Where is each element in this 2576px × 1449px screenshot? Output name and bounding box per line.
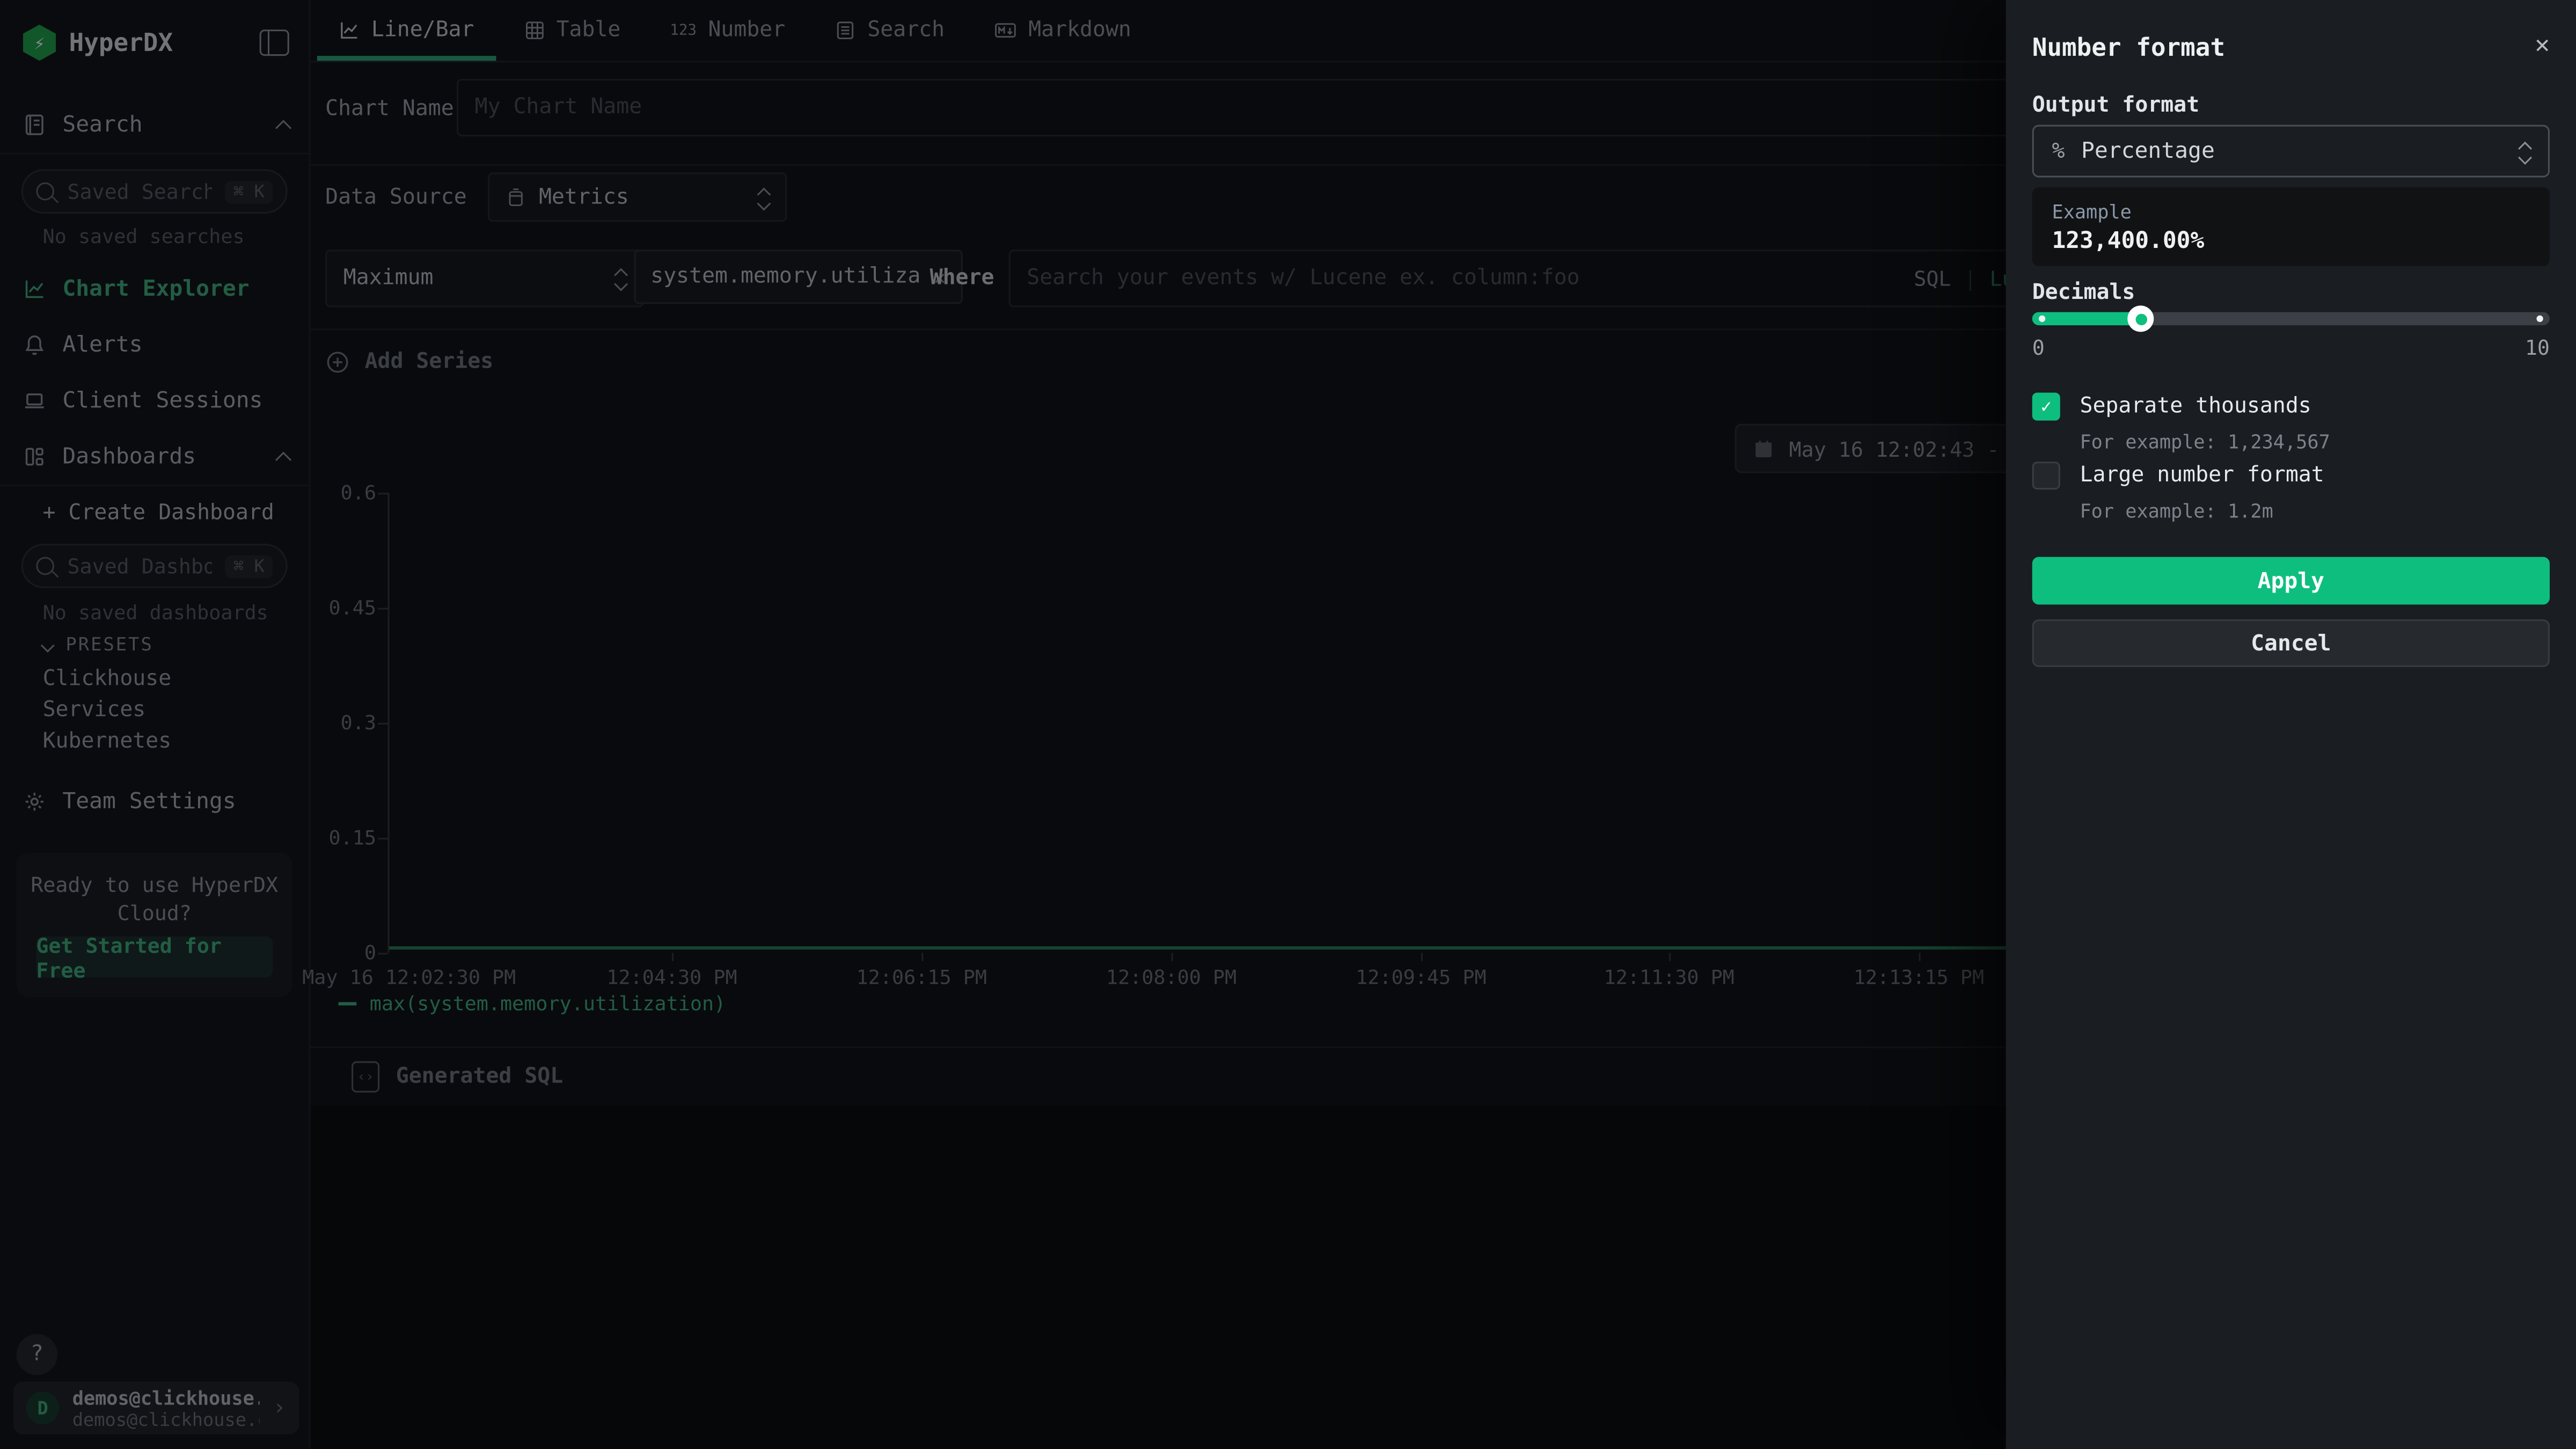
number-format-panel: Number format ✕ Output format % Percenta… [2006,0,2576,1449]
output-format-label: Output format [2032,93,2199,118]
select-chevrons-icon [2520,141,2530,162]
panel-title: Number format [2032,33,2225,62]
separate-thousands-label: Separate thousands [2080,394,2311,419]
slider-fill [2032,312,2141,325]
cancel-button[interactable]: Cancel [2032,619,2550,667]
checkbox-checked-icon[interactable]: ✓ [2032,393,2060,421]
slider-min-mark [2039,316,2045,322]
percent-icon: % [2052,139,2065,164]
example-value: 123,400.00% [2052,229,2530,255]
decimals-max-label: 10 [2525,335,2550,360]
example-label: Example [2052,200,2530,223]
large-number-hint: For example: 1.2m [2080,500,2273,523]
checkbox-unchecked-icon[interactable] [2032,462,2060,489]
decimals-slider[interactable] [2032,312,2550,325]
separate-thousands-option[interactable]: ✓ Separate thousands [2032,393,2550,421]
app-window: ⚡ HyperDX Search Saved Searches ⌘ K No s… [0,0,2576,1449]
slider-handle[interactable] [2128,305,2154,332]
output-format-value: Percentage [2081,138,2215,164]
output-format-select[interactable]: % Percentage [2032,125,2550,178]
slider-max-mark [2536,316,2543,322]
decimals-min-label: 0 [2032,335,2045,360]
apply-button[interactable]: Apply [2032,557,2550,605]
decimals-label: Decimals [2032,281,2135,305]
separate-thousands-hint: For example: 1,234,567 [2080,430,2330,453]
format-example-box: Example 123,400.00% [2032,187,2550,266]
large-number-label: Large number format [2080,463,2324,488]
large-number-option[interactable]: Large number format [2032,462,2550,489]
close-icon[interactable]: ✕ [2535,30,2550,59]
